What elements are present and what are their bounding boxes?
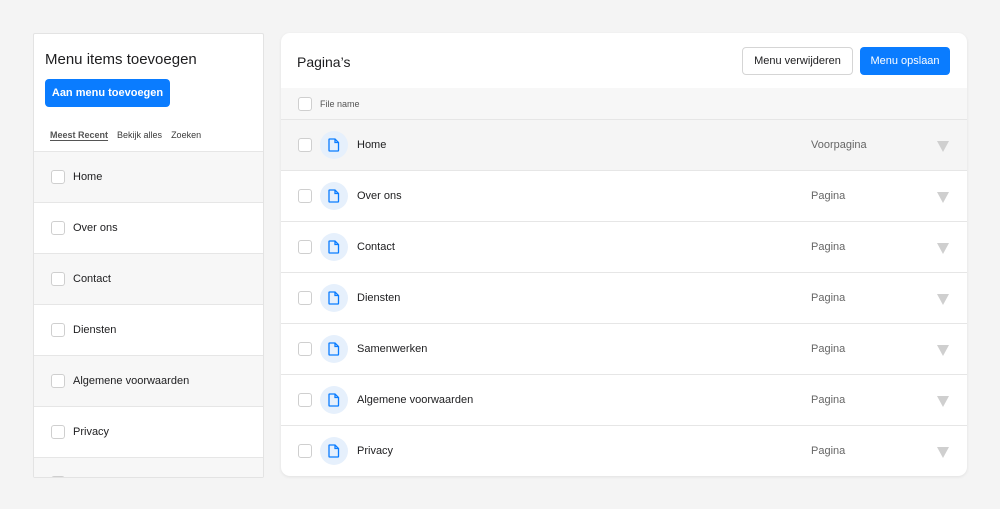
row-type: Pagina xyxy=(811,292,846,304)
tab-zoeken[interactable]: Zoeken xyxy=(171,130,201,140)
row-name: Contact xyxy=(357,241,395,253)
file-icon xyxy=(320,386,348,414)
file-icon xyxy=(320,437,348,465)
delete-menu-button[interactable]: Menu verwijderen xyxy=(742,47,853,75)
list-item-label: Privacy xyxy=(73,426,110,438)
list-item[interactable]: Privacy xyxy=(34,406,263,457)
list-item[interactable]: Contact xyxy=(34,253,263,304)
file-icon xyxy=(320,335,348,363)
chevron-down-icon[interactable] xyxy=(937,396,949,407)
list-item-label: Over ons xyxy=(73,222,118,234)
list-item-partial[interactable] xyxy=(34,457,263,477)
item-checkbox[interactable] xyxy=(51,476,65,477)
list-item[interactable]: Over ons xyxy=(34,202,263,253)
pages-table: Home Voorpagina Over ons Pagina Contact … xyxy=(281,119,967,476)
add-to-menu-button[interactable]: Aan menu toevoegen xyxy=(45,79,170,107)
menu-items-list: Home Over ons Contact Diensten Algemene … xyxy=(34,151,263,477)
item-checkbox[interactable] xyxy=(51,170,65,184)
row-checkbox[interactable] xyxy=(298,444,312,458)
chevron-down-icon[interactable] xyxy=(937,243,949,254)
list-item-label: Home xyxy=(73,171,103,183)
row-name: Algemene voorwaarden xyxy=(357,394,474,406)
item-checkbox[interactable] xyxy=(51,221,65,235)
row-checkbox[interactable] xyxy=(298,393,312,407)
row-checkbox[interactable] xyxy=(298,189,312,203)
item-checkbox[interactable] xyxy=(51,425,65,439)
table-row[interactable]: Samenwerken Pagina xyxy=(281,323,967,374)
row-name: Over ons xyxy=(357,190,402,202)
row-type: Pagina xyxy=(811,394,846,406)
row-name: Privacy xyxy=(357,445,394,457)
row-checkbox[interactable] xyxy=(298,138,312,152)
list-item-label: Diensten xyxy=(73,324,117,336)
row-type: Voorpagina xyxy=(811,139,867,151)
table-row[interactable]: Contact Pagina xyxy=(281,221,967,272)
table-row[interactable]: Privacy Pagina xyxy=(281,425,967,476)
item-checkbox[interactable] xyxy=(51,374,65,388)
menu-items-tabs: Meest Recent Bekijk alles Zoeken xyxy=(50,130,201,140)
row-type: Pagina xyxy=(811,343,846,355)
file-icon xyxy=(320,182,348,210)
item-checkbox[interactable] xyxy=(51,323,65,337)
chevron-down-icon[interactable] xyxy=(937,345,949,356)
item-checkbox[interactable] xyxy=(51,272,65,286)
table-header: File name xyxy=(281,88,967,119)
select-all-checkbox[interactable] xyxy=(298,96,312,111)
tab-bekijk-alles[interactable]: Bekijk alles xyxy=(117,130,162,140)
row-type: Pagina xyxy=(811,445,846,457)
table-row[interactable]: Algemene voorwaarden Pagina xyxy=(281,374,967,425)
row-type: Pagina xyxy=(811,241,846,253)
list-item[interactable]: Home xyxy=(34,151,263,202)
file-icon xyxy=(320,233,348,261)
file-icon xyxy=(320,284,348,312)
panel-title: Menu items toevoegen xyxy=(45,51,197,68)
chevron-down-icon[interactable] xyxy=(937,141,949,152)
chevron-down-icon[interactable] xyxy=(937,447,949,458)
table-row[interactable]: Diensten Pagina xyxy=(281,272,967,323)
row-name: Home xyxy=(357,139,387,151)
list-item-label: Algemene voorwaarden xyxy=(73,375,190,387)
list-item[interactable]: Algemene voorwaarden xyxy=(34,355,263,406)
menu-items-panel: Menu items toevoegen Aan menu toevoegen … xyxy=(33,33,264,478)
file-icon xyxy=(320,131,348,159)
table-row[interactable]: Over ons Pagina xyxy=(281,170,967,221)
row-type: Pagina xyxy=(811,190,846,202)
row-checkbox[interactable] xyxy=(298,291,312,305)
pages-panel: Pagina’s Menu verwijderen Menu opslaan F… xyxy=(281,33,967,476)
column-header-file-name: File name xyxy=(320,98,360,109)
table-row[interactable]: Home Voorpagina xyxy=(281,119,967,170)
tab-meest-recent[interactable]: Meest Recent xyxy=(50,130,108,140)
row-name: Diensten xyxy=(357,292,401,304)
list-item[interactable]: Diensten xyxy=(34,304,263,355)
list-item-label: Contact xyxy=(73,273,111,285)
save-menu-button[interactable]: Menu opslaan xyxy=(860,47,950,75)
page-title: Pagina’s xyxy=(297,54,351,70)
row-name: Samenwerken xyxy=(357,343,428,355)
chevron-down-icon[interactable] xyxy=(937,294,949,305)
chevron-down-icon[interactable] xyxy=(937,192,949,203)
row-checkbox[interactable] xyxy=(298,240,312,254)
row-checkbox[interactable] xyxy=(298,342,312,356)
